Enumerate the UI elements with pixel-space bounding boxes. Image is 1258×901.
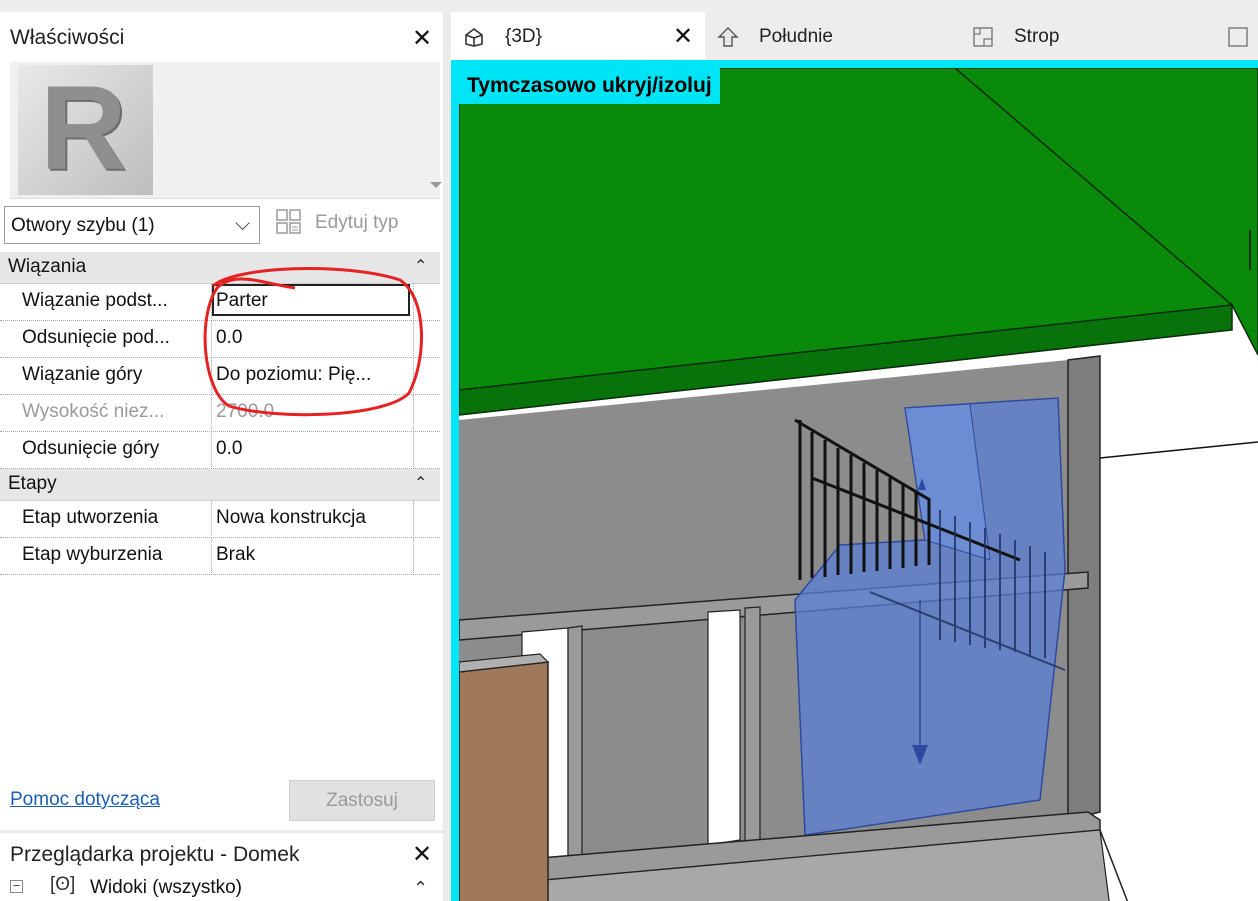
group-label: Wiązania: [8, 256, 87, 277]
property-name: Odsunięcie pod...: [22, 327, 170, 348]
tree-item-label: Widoki (wszystko): [90, 877, 243, 898]
property-name: Etap utworzenia: [22, 507, 159, 528]
tab-label: {3D}: [505, 26, 542, 47]
elevation-icon: [717, 27, 739, 47]
tab-3d[interactable]: {3D} ✕: [451, 12, 705, 62]
door: [459, 661, 549, 901]
top-strip: [0, 0, 1258, 12]
property-name: Wysokość niez...: [22, 401, 165, 422]
panel-divider: [0, 830, 443, 833]
property-value[interactable]: Brak: [216, 544, 412, 566]
properties-title: Właściwości: [10, 26, 125, 49]
property-row[interactable]: Odsunięcie góry 0.0: [0, 432, 440, 469]
chevron-down-icon: ⌵: [235, 213, 251, 235]
type-selector-dropdown[interactable]: Otwory szybu (1) ⌵: [4, 206, 260, 244]
tab-close-icon[interactable]: ✕: [673, 22, 693, 51]
revit-logo-icon: R: [18, 61, 153, 195]
3d-view-icon: [465, 28, 483, 47]
collapse-icon[interactable]: ⌃: [414, 473, 427, 493]
properties-close-button[interactable]: ✕: [412, 24, 432, 53]
building-model[interactable]: [459, 68, 1258, 901]
property-name: Etap wyburzenia: [22, 544, 163, 565]
floor-plan-icon: [1228, 27, 1248, 47]
help-link[interactable]: Pomoc dotycząca: [10, 789, 160, 811]
markup-circle-annotation: [203, 267, 423, 417]
tab-ceiling[interactable]: Strop: [960, 12, 1215, 62]
property-value[interactable]: 0.0: [216, 438, 412, 460]
3d-viewport[interactable]: [451, 60, 1258, 901]
tab-label: Południe: [759, 26, 833, 47]
edit-type-icon: [276, 209, 301, 234]
type-selector-value: Otwory szybu (1): [11, 215, 155, 236]
property-name: Wiązanie podst...: [22, 290, 168, 311]
project-browser-close-button[interactable]: ✕: [412, 840, 432, 869]
property-name: Odsunięcie góry: [22, 438, 160, 459]
collapse-tree-icon[interactable]: −: [10, 879, 23, 893]
tab-more[interactable]: [1215, 12, 1258, 62]
project-browser-title: Przeglądarka projektu - Domek: [10, 843, 300, 866]
group-label: Etapy: [8, 473, 57, 494]
property-value[interactable]: Nowa konstrukcja: [216, 507, 412, 529]
floor-plan-icon: [973, 27, 993, 47]
edit-type-label: Edytuj typ: [315, 212, 399, 233]
views-icon: [ʘ]: [50, 874, 76, 895]
tab-label: Strop: [1014, 26, 1060, 47]
panel-splitter[interactable]: [443, 12, 451, 901]
preview-dropdown-icon[interactable]: [430, 182, 442, 188]
temporary-hide-isolate-label: Tymczasowo ukryj/izoluj: [459, 68, 720, 104]
apply-button[interactable]: Zastosuj: [289, 780, 435, 821]
property-name: Wiązanie góry: [22, 364, 143, 385]
group-phasing[interactable]: Etapy ⌃: [0, 469, 440, 501]
scroll-up-icon[interactable]: ⌃: [413, 878, 428, 899]
property-row[interactable]: Etap utworzenia Nowa konstrukcja: [0, 501, 440, 538]
type-preview: R: [10, 61, 442, 199]
tab-south[interactable]: Południe: [705, 12, 960, 62]
property-row[interactable]: Etap wyburzenia Brak: [0, 538, 440, 575]
